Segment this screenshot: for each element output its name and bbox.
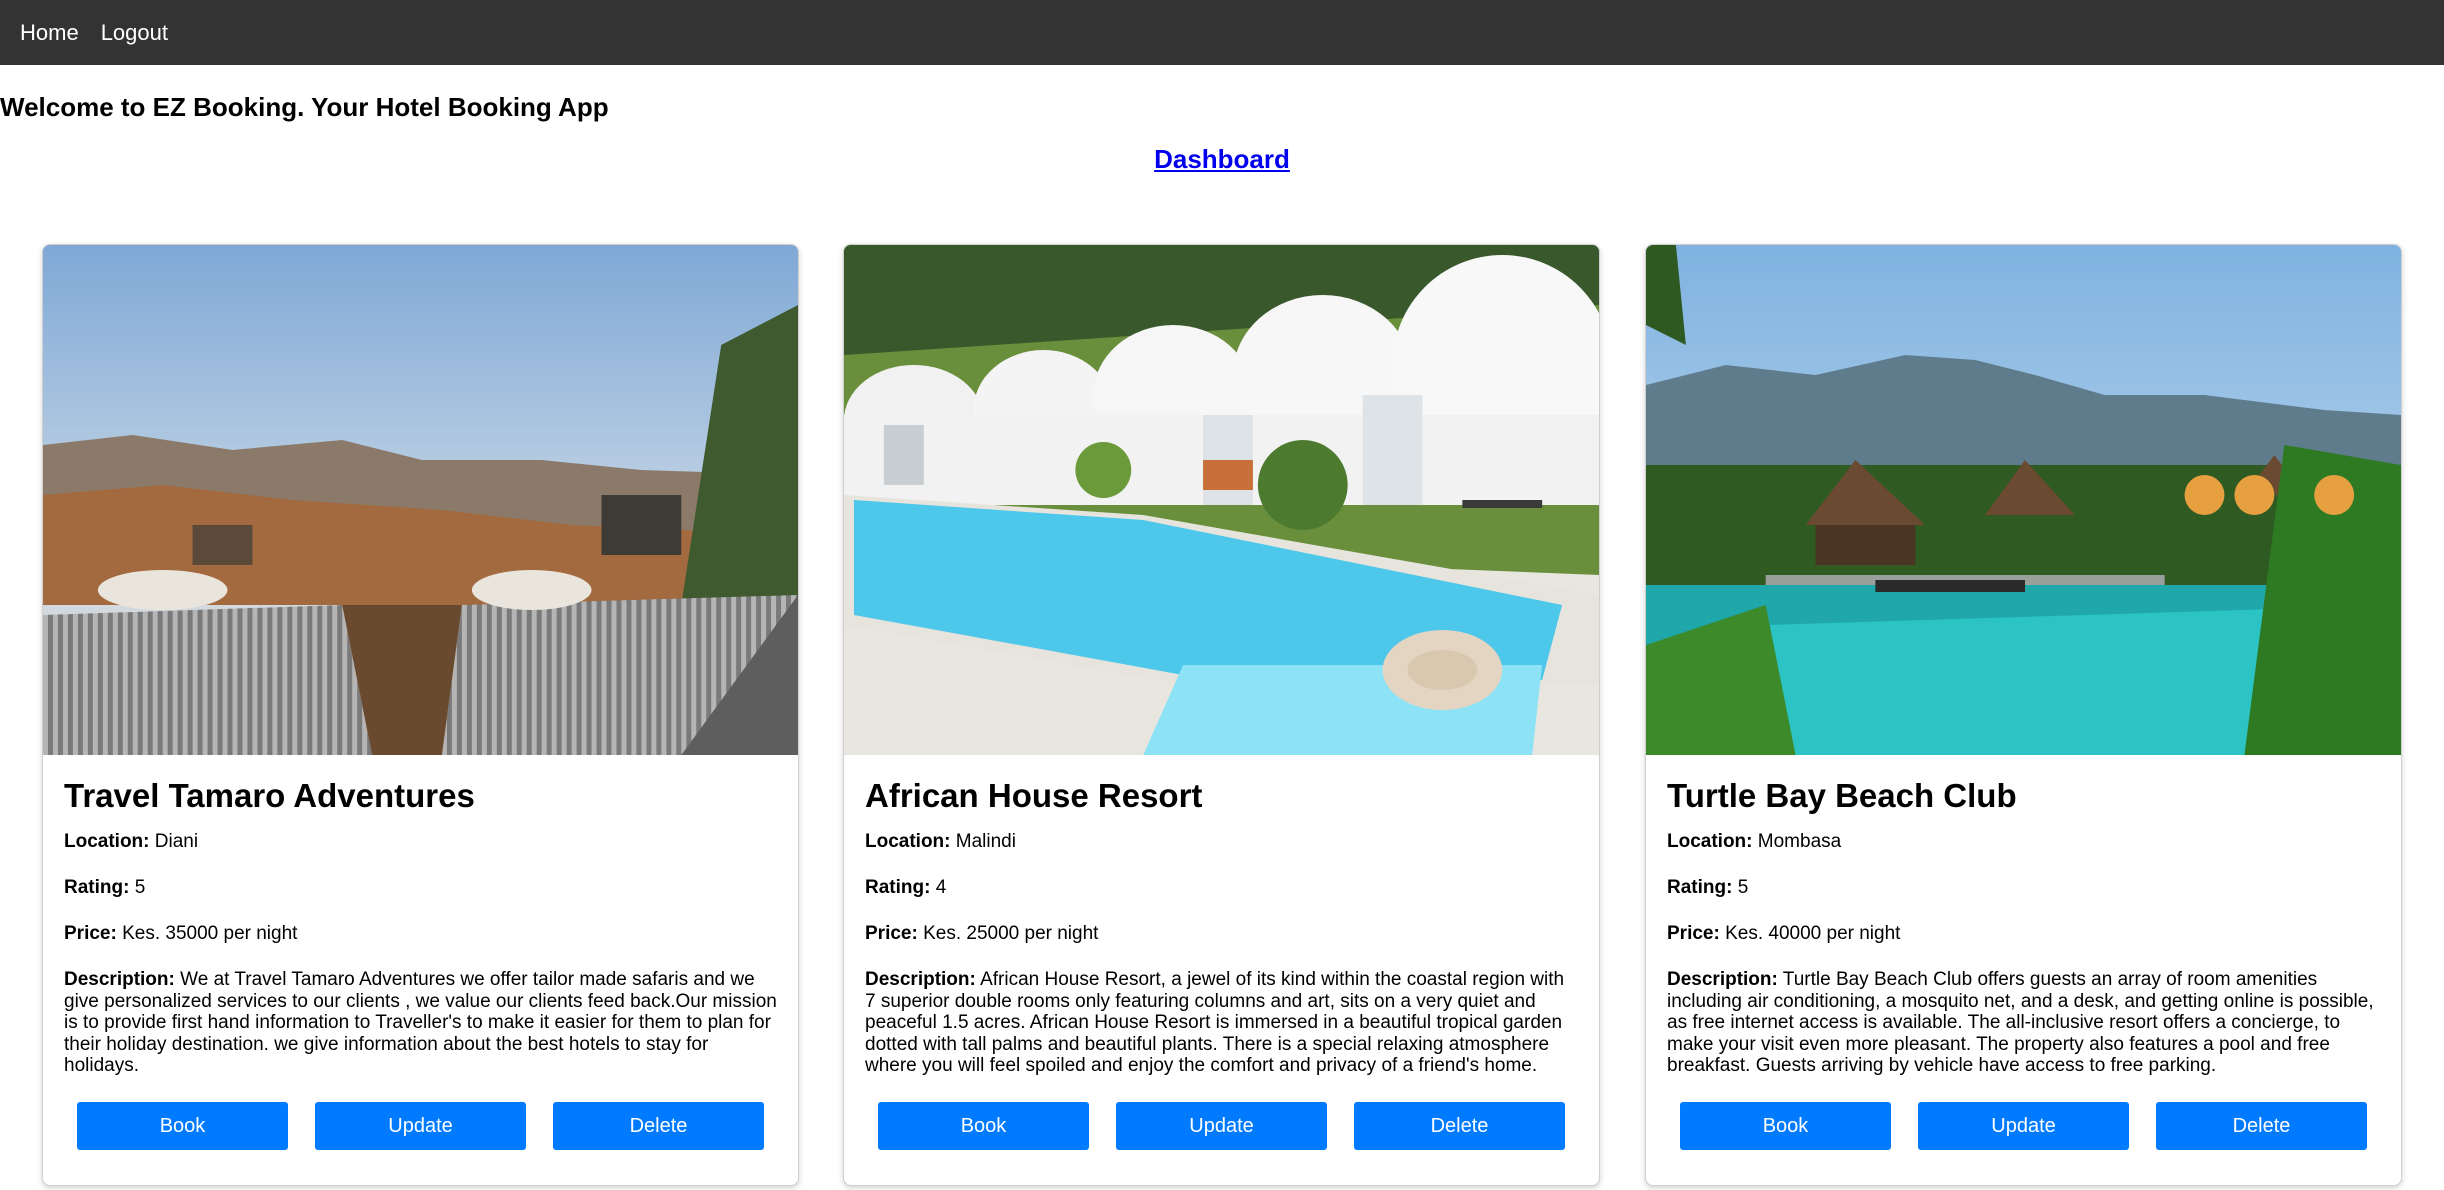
update-button[interactable]: Update: [315, 1102, 526, 1150]
hotel-price: Price: Kes. 25000 per night: [865, 923, 1578, 945]
rating-value: 5: [1737, 877, 1749, 898]
rating-label: Rating:: [1667, 877, 1733, 898]
hotel-cards: Travel Tamaro Adventures Location: Diani…: [42, 244, 2402, 1190]
description-label: Description:: [64, 969, 175, 990]
price-value: Kes. 25000 per night: [923, 923, 1099, 944]
card-actions: Book Update Delete: [77, 1102, 764, 1150]
hotel-description: Description: Turtle Bay Beach Club offer…: [1667, 969, 2380, 1077]
hotel-name: African House Resort: [865, 777, 1203, 814]
price-value: Kes. 40000 per night: [1725, 923, 1901, 944]
hotel-image: [844, 245, 1599, 755]
nav-home-link[interactable]: Home: [20, 20, 79, 46]
hotel-name: Travel Tamaro Adventures: [64, 777, 475, 814]
delete-button[interactable]: Delete: [553, 1102, 764, 1150]
rating-value: 4: [935, 877, 947, 898]
hotel-rating: Rating: 4: [865, 877, 1578, 899]
card-actions: Book Update Delete: [1680, 1102, 2367, 1150]
hotel-name: Turtle Bay Beach Club: [1667, 777, 2017, 814]
hotel-card: Turtle Bay Beach Club Location: Mombasa …: [1645, 244, 2402, 1186]
description-label: Description:: [1667, 969, 1778, 990]
hotel-price: Price: Kes. 40000 per night: [1667, 923, 2380, 945]
card-actions: Book Update Delete: [878, 1102, 1565, 1150]
hotel-rating: Rating: 5: [1667, 877, 2380, 899]
update-button[interactable]: Update: [1918, 1102, 2129, 1150]
rating-value: 5: [134, 877, 146, 898]
location-label: Location:: [64, 831, 150, 852]
price-value: Kes. 35000 per night: [122, 923, 298, 944]
hotel-image: [1646, 245, 2401, 755]
dashboard-container: Dashboard: [0, 144, 2444, 175]
hotel-card: African House Resort Location: Malindi R…: [843, 244, 1600, 1186]
price-label: Price:: [1667, 923, 1720, 944]
location-value: Diani: [154, 831, 199, 852]
description-label: Description:: [865, 969, 976, 990]
rating-label: Rating:: [865, 877, 931, 898]
hotel-location: Location: Diani: [64, 831, 777, 853]
navbar: Home Logout: [0, 0, 2444, 65]
welcome-heading: Welcome to EZ Booking. Your Hotel Bookin…: [0, 92, 609, 122]
rating-label: Rating:: [64, 877, 130, 898]
hotel-card: Travel Tamaro Adventures Location: Diani…: [42, 244, 799, 1186]
hotel-rating: Rating: 5: [64, 877, 777, 899]
hotel-image: [43, 245, 798, 755]
hotel-description: Description: African House Resort, a jew…: [865, 969, 1578, 1077]
hotel-location: Location: Mombasa: [1667, 831, 2380, 853]
location-value: Malindi: [955, 831, 1016, 852]
hotel-location: Location: Malindi: [865, 831, 1578, 853]
book-button[interactable]: Book: [878, 1102, 1089, 1150]
update-button[interactable]: Update: [1116, 1102, 1327, 1150]
hotel-price: Price: Kes. 35000 per night: [64, 923, 777, 945]
delete-button[interactable]: Delete: [1354, 1102, 1565, 1150]
location-value: Mombasa: [1757, 831, 1842, 852]
price-label: Price:: [64, 923, 117, 944]
hotel-description: Description: We at Travel Tamaro Adventu…: [64, 969, 777, 1077]
delete-button[interactable]: Delete: [2156, 1102, 2367, 1150]
book-button[interactable]: Book: [1680, 1102, 1891, 1150]
location-label: Location:: [865, 831, 951, 852]
book-button[interactable]: Book: [77, 1102, 288, 1150]
dashboard-link[interactable]: Dashboard: [1154, 144, 1290, 174]
price-label: Price:: [865, 923, 918, 944]
nav-logout-link[interactable]: Logout: [101, 20, 168, 46]
location-label: Location:: [1667, 831, 1753, 852]
